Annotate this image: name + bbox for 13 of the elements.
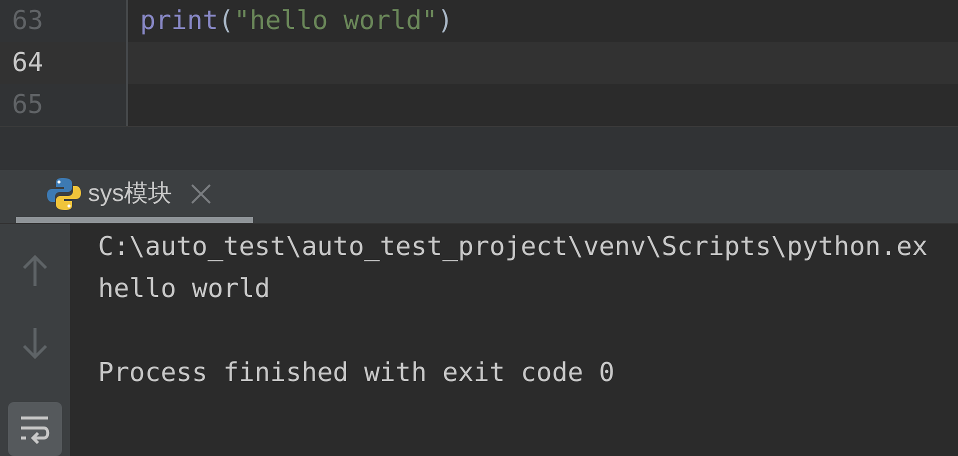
tab-label: sys模块 [88,178,172,209]
console-line: C:\auto_test\auto_test_project\venv\Scripts\python.ex [98,231,928,264]
python-logo-icon [46,176,82,212]
console-line: hello world [98,273,270,306]
splitter-bar[interactable] [0,126,958,170]
close-icon[interactable] [190,182,212,205]
toolbar-button[interactable] [8,402,62,456]
console-line: Process finished with exit code 0 [98,357,615,390]
arrow-up-icon [21,254,49,288]
line-number: 64 [12,46,44,80]
soft-wrap-icon [18,414,52,444]
code-text: print("hello world") [139,4,454,38]
arrow-down-icon [21,326,49,360]
